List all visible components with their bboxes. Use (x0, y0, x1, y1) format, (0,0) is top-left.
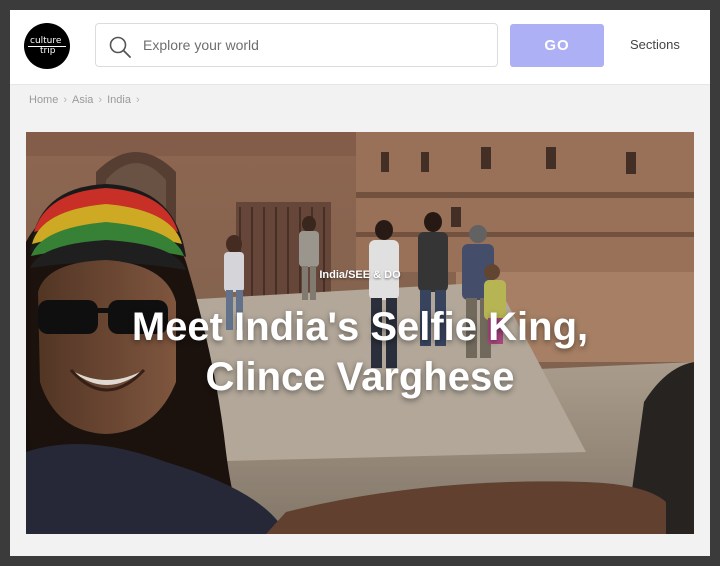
article-title-line2: Clince Varghese (205, 355, 515, 399)
breadcrumb-separator: › (63, 94, 68, 106)
logo-text-line1: culture (30, 36, 62, 46)
site-header: culture trip GO Sections (10, 10, 710, 85)
breadcrumb-item-india[interactable]: India (107, 94, 131, 106)
breadcrumb-item-asia[interactable]: Asia (72, 94, 93, 106)
breadcrumb-separator: › (135, 94, 140, 106)
sections-menu-link[interactable]: Sections (630, 37, 680, 52)
search-box (95, 23, 498, 67)
category-section[interactable]: SEE & DO (348, 269, 401, 281)
breadcrumb-separator: › (98, 94, 103, 106)
breadcrumb: Home › Asia › India › (29, 94, 145, 106)
hero-article-banner[interactable]: India/SEE & DO Meet India's Selfie King,… (26, 132, 694, 534)
article-title[interactable]: Meet India's Selfie King, Clince Varghes… (86, 302, 634, 402)
article-title-line1: Meet India's Selfie King, (131, 305, 589, 349)
browser-viewport: culture trip GO Sections Home › Asia › India… (10, 10, 710, 556)
article-category[interactable]: India/SEE & DO (26, 269, 694, 281)
category-country[interactable]: India (319, 269, 345, 281)
culture-trip-logo[interactable]: culture trip (24, 23, 70, 69)
breadcrumb-item-home[interactable]: Home (29, 94, 58, 106)
search-icon (109, 36, 131, 58)
search-input[interactable] (143, 24, 483, 66)
go-button[interactable]: GO (510, 24, 604, 67)
logo-text-line2: trip (40, 46, 56, 56)
